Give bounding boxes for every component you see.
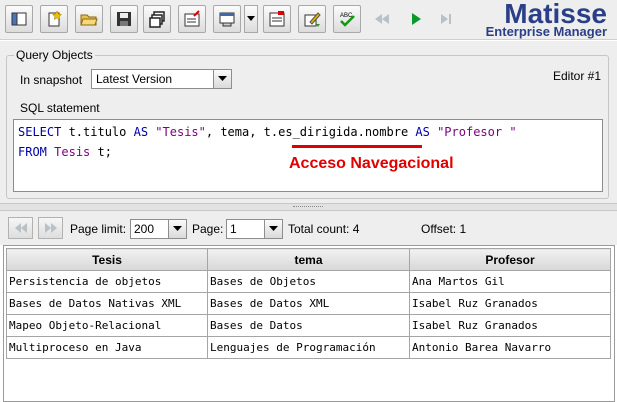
cell-profesor: Isabel Ruz Granados (409, 292, 611, 315)
pagination-bar: Page limit: 200 Page: 1 Total count: 4 O… (0, 211, 617, 245)
open-folder-icon (80, 14, 98, 26)
column-header[interactable]: Profesor (409, 248, 611, 271)
cell-tesis: Bases de Datos Nativas XML (6, 292, 208, 315)
page-value: 1 (230, 222, 237, 236)
page-limit-label: Page limit: (70, 222, 127, 236)
save-icon (117, 12, 131, 26)
query-objects-legend: Query Objects (14, 48, 95, 62)
sql-string: "Tesis" (155, 125, 206, 139)
header-row: Tesis tema Profesor (6, 248, 611, 271)
pen-edit-icon (304, 12, 321, 27)
table-row[interactable]: Mapeo Objeto-Relacional Bases de Datos I… (6, 314, 611, 337)
save-button[interactable] (110, 5, 138, 33)
next-icon (44, 223, 57, 233)
page-select[interactable]: 1 (226, 219, 283, 239)
rewind-icon (14, 223, 27, 233)
cell-profesor: Ana Martos Gil (409, 270, 611, 293)
play-icon (412, 13, 421, 25)
table-row[interactable]: Bases de Datos Nativas XML Bases de Dato… (6, 292, 611, 315)
chevron-down-icon[interactable] (168, 220, 186, 238)
cell-profesor: Isabel Ruz Granados (409, 314, 611, 337)
sql-keyword: AS (415, 125, 430, 139)
sql-keyword: AS (133, 125, 149, 139)
results-table: Tesis tema Profesor Persistencia de obje… (6, 248, 611, 359)
brand-subtitle: Enterprise Manager (485, 24, 607, 39)
annotation-underline (292, 145, 422, 148)
toolbar: ABC Matisse Enterprise Manager (0, 0, 617, 40)
brand-logo: Matisse Enterprise Manager (443, 0, 613, 40)
open-button[interactable] (75, 5, 103, 33)
table-row[interactable]: Multiproceso en Java Lenguajes de Progra… (6, 336, 611, 359)
print-dialog-icon (219, 12, 235, 27)
edit-form-icon (269, 11, 285, 27)
chevron-down-icon[interactable] (264, 220, 282, 238)
new-icon (48, 10, 63, 27)
chevron-down-icon (247, 16, 255, 21)
spell-check-icon: ABC (340, 13, 355, 27)
query-objects-panel: Query Objects In snapshot Latest Version… (0, 41, 617, 203)
first-page-button[interactable] (8, 217, 33, 239)
rewind-icon (375, 14, 389, 24)
sql-text: , tema, t.es_dirigida.nombre (205, 125, 416, 139)
sql-line: SELECT t.titulo AS "Tesis", tema, t.es_d… (18, 125, 517, 139)
spell-check-button[interactable]: ABC (333, 5, 361, 33)
chevron-down-icon[interactable] (213, 70, 231, 88)
results-table-panel: Tesis tema Profesor Persistencia de obje… (3, 245, 615, 402)
edit-note-button[interactable] (178, 5, 206, 33)
pen-edit-button[interactable] (298, 5, 326, 33)
sql-statement-label: SQL statement (20, 101, 100, 115)
cell-tema: Lenguajes de Programación (207, 336, 410, 359)
snapshot-label: In snapshot (20, 73, 83, 87)
sql-editor[interactable]: SELECT t.titulo AS "Tesis", tema, t.es_d… (13, 119, 603, 192)
rewind-button[interactable] (368, 5, 396, 33)
new-button[interactable] (40, 5, 68, 33)
panel-toggle-button[interactable] (5, 5, 33, 33)
run-button[interactable] (402, 5, 430, 33)
page-limit-value: 200 (134, 222, 155, 236)
sql-keyword: FROM (18, 145, 47, 159)
print-dialog-button[interactable] (213, 5, 241, 33)
column-header[interactable]: tema (207, 248, 410, 271)
page-limit-select[interactable]: 200 (130, 219, 187, 239)
annotation-text: Acceso Navegacional (289, 155, 454, 172)
sql-line: FROM Tesis t; (18, 145, 112, 159)
cell-tema: Bases de Objetos (207, 270, 410, 293)
sql-text: t.titulo (61, 125, 134, 139)
cell-profesor: Antonio Barea Navarro (409, 336, 611, 359)
copy-windows-icon (149, 11, 165, 28)
panel-icon (11, 12, 27, 26)
sql-string: "Profesor " (437, 125, 517, 139)
snapshot-value: Latest Version (96, 72, 173, 86)
snapshot-select[interactable]: Latest Version (91, 69, 232, 89)
total-count: Total count: 4 (288, 222, 360, 236)
page-label: Page: (192, 222, 224, 236)
cell-tema: Bases de Datos XML (207, 292, 410, 315)
cell-tesis: Multiproceso en Java (6, 336, 208, 359)
cell-tema: Bases de Datos (207, 314, 410, 337)
cell-tesis: Mapeo Objeto-Relacional (6, 314, 208, 337)
edit-form-button[interactable] (263, 5, 291, 33)
sql-text: t; (90, 145, 112, 159)
next-page-button[interactable] (38, 217, 63, 239)
note-edit-icon (184, 10, 200, 27)
sql-keyword: SELECT (18, 125, 62, 139)
copy-button[interactable] (143, 5, 171, 33)
column-header[interactable]: Tesis (6, 248, 208, 271)
sql-string: Tesis (54, 145, 91, 159)
splitter-grip[interactable] (293, 206, 323, 208)
offset: Offset: 1 (421, 222, 467, 236)
panel-splitter[interactable] (0, 203, 617, 211)
editor-label: Editor #1 (552, 69, 601, 83)
table-row[interactable]: Persistencia de objetos Bases de Objetos… (6, 270, 611, 293)
cell-tesis: Persistencia de objetos (6, 270, 208, 293)
print-dialog-dropdown[interactable] (244, 5, 258, 33)
